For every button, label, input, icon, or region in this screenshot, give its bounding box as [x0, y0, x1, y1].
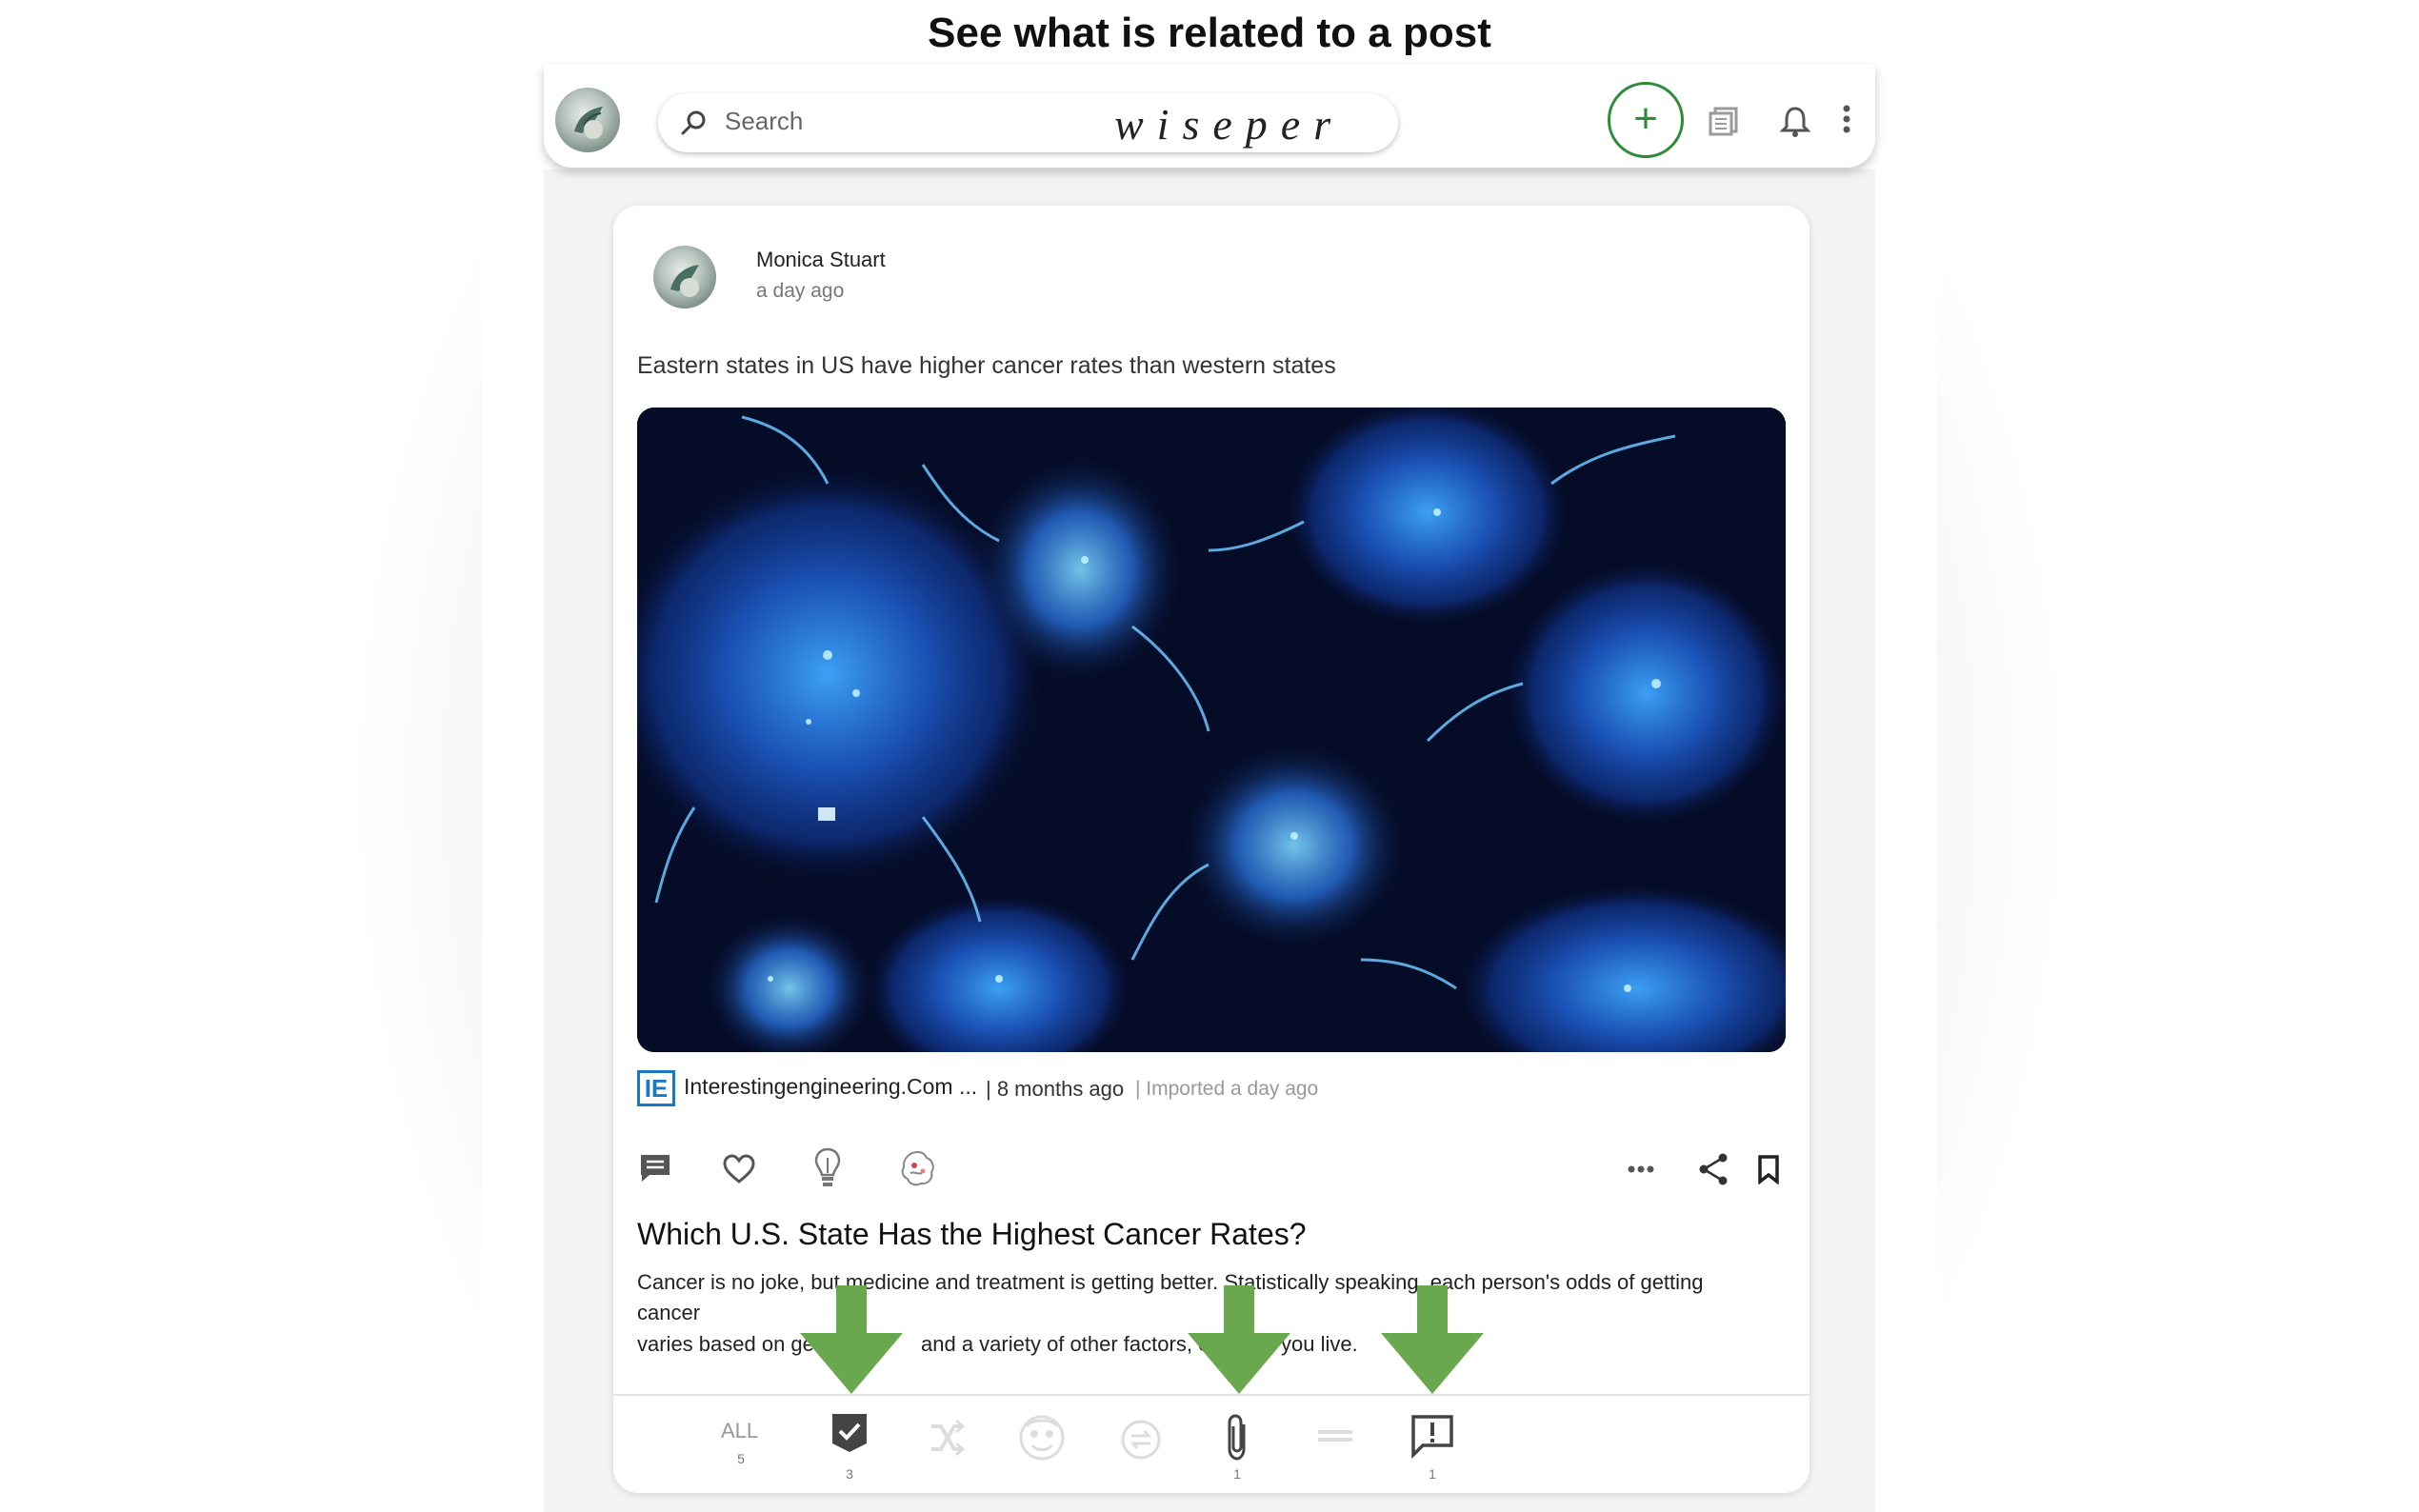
related-tabs-divider — [613, 1394, 1809, 1396]
cancer-cells-image — [637, 408, 1786, 1052]
imported-time: | Imported a day ago — [1135, 1078, 1319, 1100]
post-time: a day ago — [756, 280, 845, 302]
bookmark-icon[interactable] — [1756, 1154, 1781, 1184]
arrow-down-icon — [800, 1285, 903, 1394]
tab-all[interactable]: ALL — [721, 1419, 758, 1443]
arrow-down-icon — [1381, 1285, 1484, 1394]
article-excerpt-line3-start: varies based on ge — [637, 1332, 814, 1356]
character-tab-icon[interactable] — [1017, 1413, 1067, 1462]
avatar-leaf-icon — [670, 265, 699, 297]
article-excerpt-line3-mid: and a variety of other factors, eve — [921, 1332, 1232, 1356]
heart-icon[interactable] — [722, 1154, 756, 1184]
bell-icon[interactable] — [1780, 105, 1810, 139]
supporting-tab-count: 3 — [846, 1466, 853, 1482]
article-title[interactable]: Which U.S. State Has the Highest Cancer … — [637, 1217, 1307, 1252]
feed-icon[interactable] — [1708, 105, 1740, 137]
author-avatar[interactable] — [653, 246, 716, 308]
share-icon[interactable] — [1697, 1152, 1729, 1186]
author-name[interactable]: Monica Stuart — [756, 248, 886, 272]
source-name[interactable]: Interestingengineering.Com ... — [684, 1074, 977, 1100]
tab-all-count: 5 — [737, 1451, 745, 1466]
article-excerpt-line3-end: you live. — [1281, 1332, 1358, 1356]
report-tab-count: 1 — [1429, 1466, 1436, 1482]
attachment-tab-icon[interactable] — [1223, 1413, 1251, 1462]
search-icon — [681, 110, 706, 135]
attachment-tab-count: 1 — [1233, 1466, 1241, 1482]
user-avatar[interactable] — [555, 88, 620, 152]
shuffle-tab-icon[interactable] — [928, 1419, 966, 1457]
equal-tab-icon[interactable] — [1316, 1426, 1354, 1445]
lightbulb-icon[interactable] — [811, 1146, 844, 1192]
post-image[interactable] — [637, 408, 1786, 1052]
arrow-down-icon — [1188, 1285, 1290, 1394]
comment-icon[interactable] — [638, 1152, 672, 1184]
brain-icon[interactable] — [897, 1148, 939, 1190]
swap-tab-icon[interactable] — [1120, 1419, 1162, 1461]
avatar-leaf-icon — [574, 107, 603, 139]
more-vert-icon[interactable] — [1840, 103, 1853, 137]
app-logo: wiseper — [1114, 100, 1345, 149]
report-tab-icon[interactable] — [1409, 1413, 1455, 1459]
post-text: Eastern states in US have higher cancer … — [637, 352, 1336, 379]
source-logo[interactable]: IE — [637, 1070, 675, 1106]
add-post-button[interactable]: + — [1608, 82, 1684, 158]
supporting-tab-icon[interactable] — [829, 1411, 870, 1455]
search-placeholder: Search — [725, 107, 804, 135]
source-age: | 8 months ago — [986, 1077, 1125, 1101]
more-horiz-icon[interactable] — [1627, 1164, 1655, 1175]
caption: See what is related to a post — [928, 10, 1491, 56]
